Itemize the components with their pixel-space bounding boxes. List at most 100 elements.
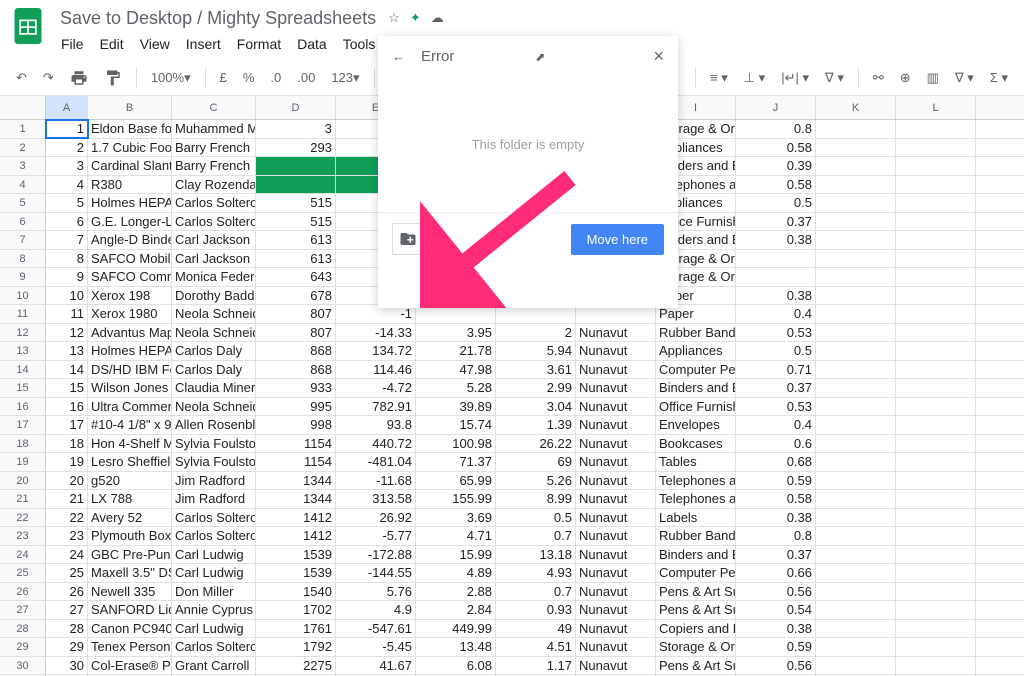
cell[interactable]: Nunavut (576, 435, 656, 453)
row-header[interactable]: 20 (0, 472, 46, 490)
cell[interactable] (816, 250, 896, 268)
cell[interactable]: Carlos Soltero (172, 213, 256, 231)
row-header[interactable]: 16 (0, 398, 46, 416)
new-folder-icon[interactable] (392, 223, 424, 255)
cell[interactable]: Holmes HEPA A (88, 342, 172, 360)
cell[interactable]: Office Furnishing (656, 398, 736, 416)
cell[interactable]: 0.66 (736, 564, 816, 582)
cell[interactable] (816, 176, 896, 194)
cell[interactable]: Nunavut (576, 583, 656, 601)
cell[interactable]: Angle-D Binders (88, 231, 172, 249)
cell[interactable]: 1540 (256, 583, 336, 601)
cell[interactable]: 39.89 (416, 398, 496, 416)
cell[interactable]: 65.99 (416, 472, 496, 490)
cell[interactable]: 0.59 (736, 638, 816, 656)
cell[interactable]: Nunavut (576, 601, 656, 619)
cell[interactable]: Eldon Base for s (88, 120, 172, 138)
cell[interactable]: 0.58 (736, 490, 816, 508)
cell[interactable] (896, 453, 976, 471)
cell[interactable]: 1412 (256, 527, 336, 545)
cell[interactable]: Tables (656, 453, 736, 471)
close-icon[interactable]: × (654, 46, 665, 67)
row-header[interactable]: 18 (0, 435, 46, 453)
cell[interactable]: 0.56 (736, 583, 816, 601)
number-format[interactable]: 123 ▾ (325, 66, 365, 90)
cell[interactable]: 3.04 (496, 398, 576, 416)
cell[interactable]: 995 (256, 398, 336, 416)
select-all-corner[interactable] (0, 96, 46, 119)
cell[interactable]: Muhammed MacInty (172, 120, 256, 138)
currency-format[interactable]: £ (214, 66, 233, 89)
cell[interactable]: 22 (46, 509, 88, 527)
cell[interactable]: 0.7 (496, 583, 576, 601)
cell[interactable] (816, 453, 896, 471)
cell[interactable] (896, 416, 976, 434)
cell[interactable]: Carlos Soltero (172, 527, 256, 545)
paint-format-icon[interactable] (98, 65, 128, 91)
cell[interactable]: -5.45 (336, 638, 416, 656)
row-header[interactable]: 27 (0, 601, 46, 619)
cell[interactable]: -11.68 (336, 472, 416, 490)
cell[interactable]: Carlos Soltero (172, 509, 256, 527)
cell[interactable]: 1761 (256, 620, 336, 638)
cell[interactable] (816, 231, 896, 249)
menu-tools[interactable]: Tools (336, 32, 383, 56)
cell[interactable]: 19 (46, 453, 88, 471)
cell[interactable]: 807 (256, 324, 336, 342)
cell[interactable]: Newell 335 (88, 583, 172, 601)
cell[interactable]: Clay Rozendal (172, 176, 256, 194)
cell[interactable]: Binders and Binc (656, 546, 736, 564)
cell[interactable]: Don Miller (172, 583, 256, 601)
cell[interactable]: 1539 (256, 564, 336, 582)
cell[interactable] (736, 250, 816, 268)
cell[interactable] (816, 287, 896, 305)
cell[interactable]: 0.37 (736, 213, 816, 231)
cell[interactable]: 4.71 (416, 527, 496, 545)
cell[interactable]: 69 (496, 453, 576, 471)
cell[interactable] (896, 472, 976, 490)
cell[interactable]: 933 (256, 379, 336, 397)
cell[interactable]: 8 (46, 250, 88, 268)
move-icon[interactable]: ✦ (410, 10, 421, 26)
row-header[interactable]: 29 (0, 638, 46, 656)
cell[interactable]: -144.55 (336, 564, 416, 582)
cell[interactable]: 3.61 (496, 361, 576, 379)
cell[interactable]: 5.76 (336, 583, 416, 601)
menu-data[interactable]: Data (290, 32, 334, 56)
cell[interactable]: 868 (256, 361, 336, 379)
cell[interactable]: Computer Periph (656, 361, 736, 379)
cell[interactable]: 13.18 (496, 546, 576, 564)
v-align-icon[interactable]: ⊥ ▾ (738, 66, 771, 90)
row-header[interactable]: 2 (0, 139, 46, 157)
cell[interactable]: Xerox 1980 (88, 305, 172, 323)
cell[interactable]: -4.72 (336, 379, 416, 397)
cell[interactable]: -481.04 (336, 453, 416, 471)
cell[interactable] (896, 398, 976, 416)
cell[interactable]: Ultra Commercia (88, 398, 172, 416)
cell[interactable]: 0.5 (736, 194, 816, 212)
cell[interactable]: 515 (256, 213, 336, 231)
menu-view[interactable]: View (133, 32, 177, 56)
cell[interactable]: Nunavut (576, 657, 656, 675)
cell[interactable]: 26.92 (336, 509, 416, 527)
cell[interactable]: Annie Cyprus (172, 601, 256, 619)
cell[interactable]: 807 (256, 305, 336, 323)
cell[interactable]: 28 (46, 620, 88, 638)
zoom-dropdown[interactable]: 100% ▾ (145, 66, 197, 90)
cell[interactable]: Carl Jackson (172, 231, 256, 249)
cell[interactable]: Nunavut (576, 379, 656, 397)
cell[interactable] (816, 305, 896, 323)
cell[interactable]: 293 (256, 139, 336, 157)
cell[interactable] (816, 472, 896, 490)
cell[interactable]: 17 (46, 416, 88, 434)
cell[interactable]: 4.89 (416, 564, 496, 582)
cell[interactable] (896, 305, 976, 323)
sheets-logo[interactable] (8, 6, 48, 46)
menu-insert[interactable]: Insert (179, 32, 228, 56)
cell[interactable]: 2.99 (496, 379, 576, 397)
cell[interactable]: 14 (46, 361, 88, 379)
cell[interactable] (896, 379, 976, 397)
row-header[interactable]: 1 (0, 120, 46, 138)
cell[interactable] (896, 176, 976, 194)
cell[interactable]: Maxell 3.5" DS/H (88, 564, 172, 582)
